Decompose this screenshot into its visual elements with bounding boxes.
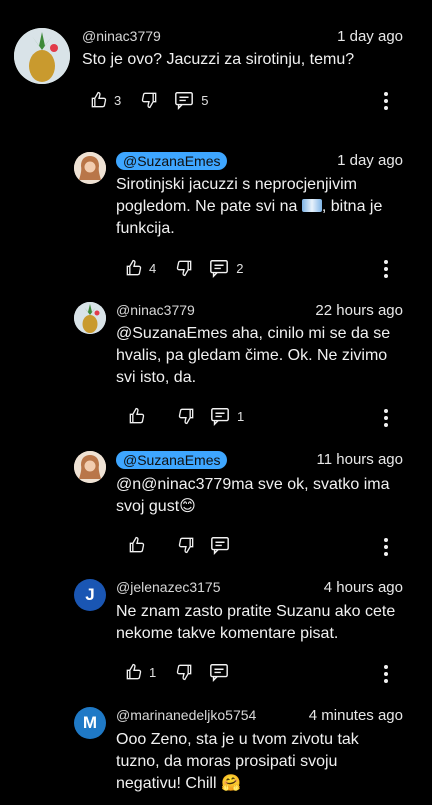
like-count: 3: [114, 92, 122, 108]
reply-count: 5: [201, 92, 209, 108]
dislike-button[interactable]: [176, 406, 196, 426]
dislike-button[interactable]: [174, 258, 194, 278]
comment-text: @n@ninac3779ma sve ok, svatko ima svoj g…: [116, 476, 390, 515]
reply-button[interactable]: 1: [209, 406, 244, 426]
comment-author[interactable]: @ninac3779: [116, 302, 195, 318]
comment-author[interactable]: @SuzanaEmes: [116, 152, 228, 170]
comment-text: Sto je ovo? Jacuzzi za sirotinju, temu?: [82, 51, 355, 68]
like-button[interactable]: 4: [124, 258, 156, 278]
like-button[interactable]: [127, 535, 147, 555]
more-options-icon[interactable]: [384, 89, 388, 113]
comment-time: 4 hours ago: [323, 579, 403, 596]
avatar-jelenazec3175[interactable]: J: [74, 579, 106, 611]
comment-icon: [210, 260, 229, 278]
reply-button[interactable]: [209, 535, 231, 555]
comment-author[interactable]: @marinanedeljko5754: [116, 707, 256, 723]
thumbs-up-icon: [129, 407, 145, 424]
comment-author[interactable]: @SuzanaEmes: [116, 451, 228, 469]
like-button[interactable]: 1: [124, 662, 156, 682]
thumbs-down-icon: [178, 537, 194, 554]
comment-time: 4 minutes ago: [308, 707, 403, 724]
comment-icon: [211, 408, 229, 426]
dislike-button[interactable]: [174, 662, 194, 682]
comment-icon: [175, 92, 194, 110]
like-count: 4: [149, 260, 157, 276]
reply-button[interactable]: 2: [208, 258, 243, 278]
thumbs-up-icon: [126, 663, 142, 680]
avatar-ninac3779[interactable]: [14, 28, 70, 84]
more-options-icon[interactable]: [384, 662, 388, 686]
like-button[interactable]: [127, 406, 147, 426]
comment-text: Sirotinjski jacuzzi s neprocjenjivim pog…: [116, 174, 406, 240]
like-count: 1: [149, 664, 157, 680]
comment-text: @SuzanaEmes aha, cinilo mi se da se hval…: [116, 325, 391, 386]
dislike-button[interactable]: [139, 90, 159, 110]
comment-time: 11 hours ago: [316, 451, 403, 468]
reply-button[interactable]: [208, 662, 230, 682]
avatar-suzanaemes[interactable]: [74, 451, 106, 483]
thumbs-down-icon: [177, 260, 192, 277]
thumbs-down-icon: [177, 664, 192, 681]
dislike-button[interactable]: [176, 535, 196, 555]
thumbs-down-icon: [142, 92, 157, 109]
comment-time: 1 day ago: [337, 28, 403, 45]
more-options-icon[interactable]: [384, 535, 388, 559]
comment-author[interactable]: @ninac3779: [82, 28, 161, 44]
avatar-ninac3779[interactable]: [74, 302, 106, 334]
avatar-marinanedeljko5754[interactable]: M: [74, 707, 106, 739]
comment-text: Ooo Zeno, sta je u tvom zivotu tak tuzno…: [116, 731, 359, 792]
comment-time: 1 day ago: [337, 152, 403, 169]
more-options-icon[interactable]: [384, 257, 388, 281]
thumbs-up-icon: [129, 536, 145, 553]
thumbs-up-icon: [126, 259, 142, 276]
comment-time: 22 hours ago: [315, 302, 403, 319]
comment-text: Ne znam zasto pratite Suzanu ako cete ne…: [116, 603, 396, 642]
flag-emoji-icon: [301, 199, 322, 212]
like-button[interactable]: 3: [89, 90, 121, 110]
thumbs-down-icon: [178, 408, 194, 425]
reply-button[interactable]: 5: [173, 90, 208, 110]
comment-icon: [210, 664, 229, 682]
comment-icon: [211, 537, 229, 555]
avatar-suzanaemes[interactable]: [74, 152, 106, 184]
comment-author[interactable]: @jelenazec3175: [116, 579, 221, 595]
thumbs-up-icon: [91, 91, 107, 108]
more-options-icon[interactable]: [384, 406, 388, 430]
reply-count: 1: [237, 408, 245, 424]
reply-count: 2: [236, 260, 244, 276]
